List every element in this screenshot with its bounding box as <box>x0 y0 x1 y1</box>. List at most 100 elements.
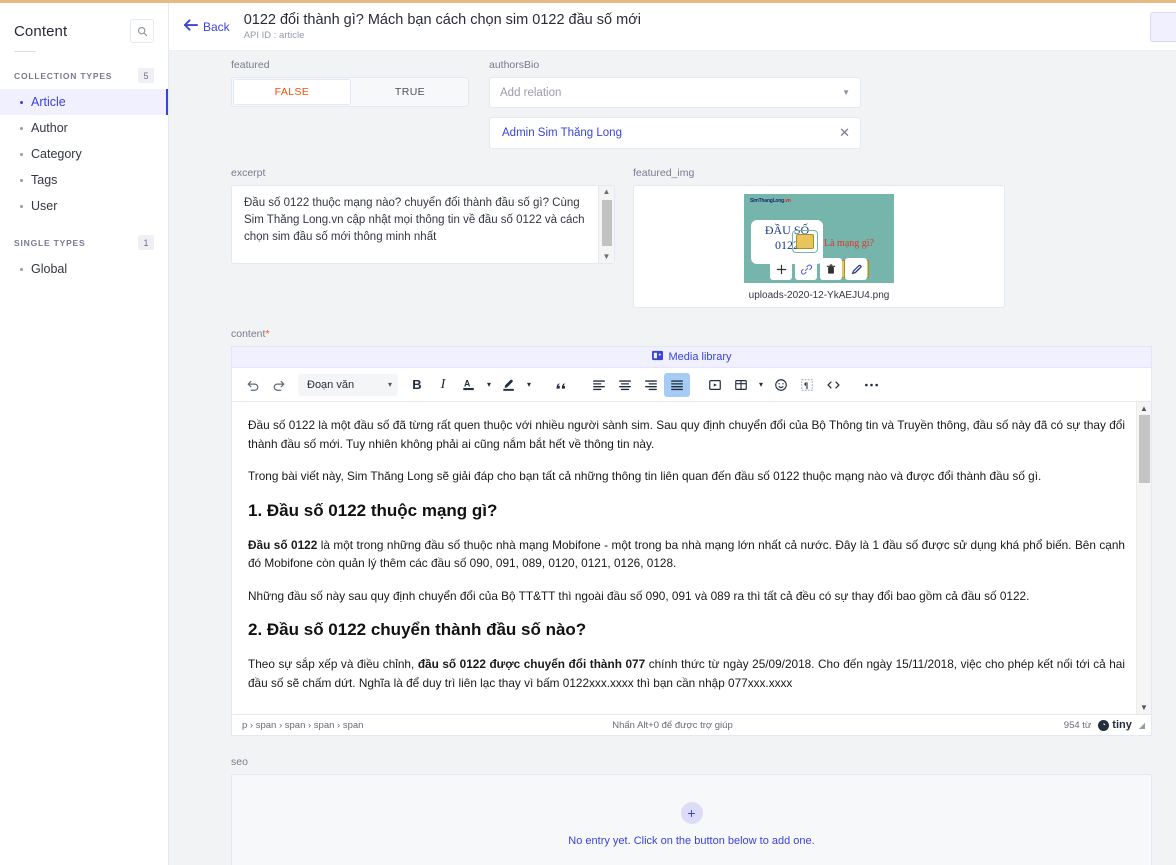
highlight-color-icon[interactable] <box>496 373 522 397</box>
field-excerpt: excerpt Đầu số 0122 thuộc mạng nào? chuy… <box>231 149 615 308</box>
featured-img-filename: uploads-2020-12-YkAEJU4.png <box>748 290 890 301</box>
sidebar-title: Content <box>14 22 68 40</box>
insert-media-icon[interactable] <box>702 373 728 397</box>
rich-text-editor: Đoạn văn ▾ B I A ▾ ▾ ▾ ¶ Đầu số 0122 là … <box>231 368 1152 736</box>
close-icon[interactable]: ✕ <box>839 125 850 141</box>
tiny-logo-icon[interactable]: ◔ tiny <box>1098 719 1132 731</box>
delete-image-button[interactable] <box>820 258 842 280</box>
bullet-icon <box>20 204 23 208</box>
scroll-up-icon[interactable]: ▲ <box>1140 404 1148 413</box>
align-right-icon[interactable] <box>638 373 664 397</box>
italic-label: I <box>440 376 446 392</box>
edit-image-button[interactable] <box>845 258 867 280</box>
bold-button[interactable]: B <box>404 373 430 397</box>
sidebar-search-button[interactable] <box>130 19 154 43</box>
thumbnail-red-text: Là mạng gì? <box>824 238 874 249</box>
sidebar-item-category[interactable]: Category <box>0 141 168 167</box>
field-label-content-text: content <box>231 328 266 340</box>
svg-text:¶: ¶ <box>804 381 808 390</box>
authorsbio-placeholder: Add relation <box>500 86 562 99</box>
sidebar-item-label: User <box>31 199 58 213</box>
table-icon[interactable] <box>728 373 754 397</box>
sidebar-item-tags[interactable]: Tags <box>0 167 168 193</box>
featured-toggle-false[interactable]: FALSE <box>233 79 351 105</box>
editor-paragraph: Theo sự sắp xếp và điều chỉnh, đầu số 01… <box>248 657 1125 690</box>
excerpt-scrollbar[interactable]: ▲ ▼ <box>598 186 614 263</box>
seo-empty-text: No entry yet. Click on the button below … <box>568 834 815 847</box>
seo-add-button[interactable]: + <box>680 801 703 824</box>
field-featured-img: featured_img SimThangLong.vn ĐẦU SỐ 0122 <box>633 149 1005 308</box>
highlight-color-chevron-icon[interactable]: ▾ <box>522 373 536 397</box>
text-color-chevron-icon[interactable]: ▾ <box>482 373 496 397</box>
sidebar-item-user[interactable]: User <box>0 193 168 219</box>
align-center-icon[interactable] <box>612 373 638 397</box>
editor-heading: 1. Đầu số 0122 thuộc mạng gì? <box>248 500 498 520</box>
element-path[interactable]: p › span › span › span › span <box>242 720 363 731</box>
featured-img-card[interactable]: SimThangLong.vn ĐẦU SỐ 0122 Là mạng gì? <box>633 185 1005 308</box>
bullet-icon <box>20 267 23 271</box>
topbar-action-button[interactable] <box>1150 12 1176 42</box>
image-overlay-actions <box>770 258 867 280</box>
scrollbar-thumb[interactable] <box>602 200 612 246</box>
table-chevron-icon[interactable]: ▾ <box>754 373 768 397</box>
sidebar-item-global[interactable]: Global <box>0 256 168 282</box>
arrow-left-icon <box>183 18 198 36</box>
link-image-button[interactable] <box>795 258 817 280</box>
api-id-label: API ID : article <box>243 29 305 41</box>
sidebar-item-label: Author <box>31 121 68 135</box>
redo-icon[interactable] <box>266 373 292 397</box>
field-content: content* Media library Đoạn văn ▾ B I A … <box>231 308 1152 736</box>
bullet-icon <box>20 126 23 130</box>
featured-img-thumbnail: SimThangLong.vn ĐẦU SỐ 0122 Là mạng gì? <box>744 194 894 283</box>
editor-paragraph: Những đầu số này sau quy định chuyển đổi… <box>248 588 1030 603</box>
scrollbar-thumb[interactable] <box>1139 415 1150 483</box>
sidebar-group-badge: 1 <box>138 235 154 250</box>
sidebar-group-label: SINGLE TYPES <box>14 237 86 248</box>
editor-scrollbar[interactable]: ▲ ▼ <box>1136 402 1151 714</box>
main-region: Back 0122 đổi thành gì? Mách bạn cách ch… <box>169 0 1176 865</box>
sidebar-item-label: Article <box>31 95 66 109</box>
source-code-icon[interactable] <box>820 373 846 397</box>
more-options-icon[interactable] <box>858 373 884 397</box>
special-character-icon[interactable]: ¶ <box>794 373 820 397</box>
field-label-excerpt: excerpt <box>231 167 266 179</box>
align-justify-icon[interactable] <box>664 372 690 397</box>
undo-icon[interactable] <box>240 373 266 397</box>
required-mark: * <box>265 328 270 340</box>
chevron-down-icon: ▼ <box>842 88 850 97</box>
sim-chip-icon <box>796 234 814 249</box>
scroll-down-icon[interactable]: ▼ <box>1140 703 1148 712</box>
editor-content-body[interactable]: Đầu số 0122 là một đầu số đã từng rất qu… <box>232 402 1151 714</box>
relation-item-admin[interactable]: Admin Sim Thăng Long ✕ <box>489 117 861 149</box>
sidebar-item-article[interactable]: Article <box>0 89 168 115</box>
excerpt-textarea[interactable]: Đầu số 0122 thuộc mạng nào? chuyển đổi t… <box>231 185 615 264</box>
scroll-down-icon[interactable]: ▼ <box>603 253 611 261</box>
scroll-up-icon[interactable]: ▲ <box>603 188 611 196</box>
block-format-value: Đoạn văn <box>307 378 355 391</box>
topbar: Back 0122 đổi thành gì? Mách bạn cách ch… <box>169 3 1176 51</box>
sidebar-group-header-single-types: SINGLE TYPES 1 <box>0 219 168 256</box>
editor-heading: 2. Đầu số 0122 chuyển thành đầu số nào? <box>248 620 587 639</box>
media-library-icon <box>651 348 663 366</box>
text-color-icon[interactable]: A <box>456 373 482 397</box>
block-format-select[interactable]: Đoạn văn ▾ <box>298 373 398 396</box>
authorsbio-select[interactable]: Add relation ▼ <box>489 77 861 108</box>
media-library-button[interactable]: Media library <box>231 346 1152 368</box>
featured-toggle[interactable]: FALSE TRUE <box>231 77 469 107</box>
sidebar-group-label: COLLECTION TYPES <box>14 70 113 81</box>
bullet-icon <box>20 100 23 104</box>
featured-toggle-true[interactable]: TRUE <box>352 78 468 106</box>
sidebar-item-author[interactable]: Author <box>0 115 168 141</box>
blockquote-icon[interactable] <box>548 373 574 397</box>
relation-item-label: Admin Sim Thăng Long <box>502 127 622 139</box>
editor-paragraph: Trong bài viết này, Sim Thăng Long sẽ gi… <box>248 469 1042 483</box>
resize-grip-icon[interactable]: ◢ <box>1139 721 1145 730</box>
thumbnail-brand-text: SimThangLong <box>750 198 784 204</box>
emoji-icon[interactable] <box>768 373 794 397</box>
thumbnail-brand-suffix: .vn <box>783 198 791 204</box>
align-left-icon[interactable] <box>586 373 612 397</box>
add-image-button[interactable] <box>770 258 792 280</box>
field-label-authorsbio: authorsBio <box>489 59 540 71</box>
back-button[interactable]: Back <box>183 18 230 36</box>
italic-button[interactable]: I <box>430 373 456 397</box>
